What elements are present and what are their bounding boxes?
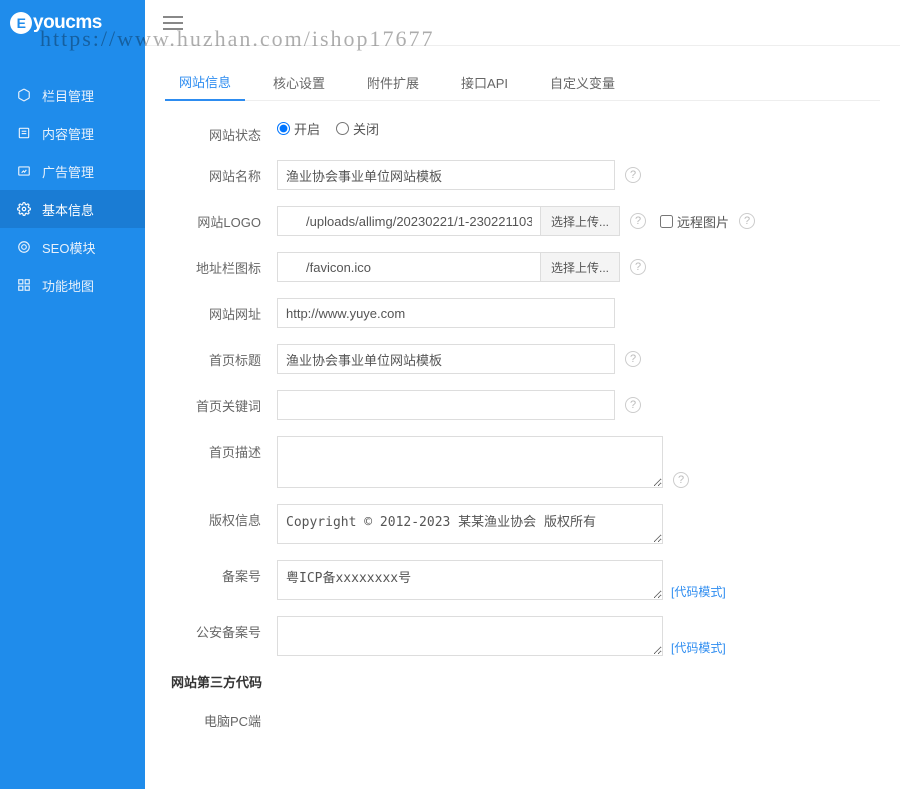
help-icon[interactable]: ?	[625, 397, 641, 413]
label-site-url: 网站网址	[171, 298, 277, 323]
brand-badge: E	[10, 12, 32, 34]
menu-toggle-icon[interactable]	[163, 16, 183, 30]
help-icon[interactable]: ?	[630, 259, 646, 275]
tab-custom-vars[interactable]: 自定义变量	[536, 65, 629, 100]
radio-open[interactable]: 开启	[277, 119, 320, 138]
brand-name: youcms	[33, 12, 102, 34]
favicon-input[interactable]	[277, 252, 541, 282]
police-textarea[interactable]	[277, 616, 663, 656]
label-logo: 网站LOGO	[171, 206, 277, 231]
icp-textarea[interactable]: 粤ICP备xxxxxxxx号	[277, 560, 663, 600]
sidebar-menu: 栏目管理 内容管理 广告管理 基本信息 SEO模块	[0, 46, 145, 789]
help-icon[interactable]: ?	[625, 167, 641, 183]
sidebar-item-label: 功能地图	[42, 276, 94, 295]
sidebar-item-ads[interactable]: 广告管理	[0, 152, 145, 190]
sidebar-item-label: SEO模块	[42, 238, 95, 257]
radio-open-input[interactable]	[277, 122, 290, 135]
label-site-name: 网站名称	[171, 160, 277, 185]
label-police: 公安备案号	[171, 616, 277, 641]
tabs: 网站信息 核心设置 附件扩展 接口API 自定义变量	[165, 64, 880, 101]
label-copyright: 版权信息	[171, 504, 277, 529]
third-party-heading: 网站第三方代码	[171, 672, 880, 691]
sidebar-item-basic[interactable]: 基本信息	[0, 190, 145, 228]
home-keywords-input[interactable]	[277, 390, 615, 420]
radio-close-input[interactable]	[336, 122, 349, 135]
code-mode-link[interactable]: [代码模式]	[671, 583, 726, 600]
sidebar-item-sitemap[interactable]: 功能地图	[0, 266, 145, 304]
label-pc: 电脑PC端	[171, 705, 277, 730]
tab-site-info[interactable]: 网站信息	[165, 64, 245, 101]
code-mode-link[interactable]: [代码模式]	[671, 639, 726, 656]
sitemap-icon	[16, 277, 32, 293]
sidebar-item-label: 广告管理	[42, 162, 94, 181]
sidebar: Eyoucms 栏目管理 内容管理 广告管理 基本信息	[0, 0, 145, 789]
label-home-keywords: 首页关键词	[171, 390, 277, 415]
site-url-input[interactable]	[277, 298, 615, 328]
sidebar-item-label: 基本信息	[42, 200, 94, 219]
label-favicon: 地址栏图标	[171, 252, 277, 277]
gear-icon	[16, 201, 32, 217]
help-icon[interactable]: ?	[673, 472, 689, 488]
home-title-input[interactable]	[277, 344, 615, 374]
columns-icon	[16, 87, 32, 103]
logo-input[interactable]	[277, 206, 541, 236]
content-area: 网站信息 核心设置 附件扩展 接口API 自定义变量 网站状态 开启 关闭 网站…	[145, 46, 900, 789]
remote-image-checkbox[interactable]: 远程图片	[660, 212, 729, 231]
sidebar-item-columns[interactable]: 栏目管理	[0, 76, 145, 114]
label-status: 网站状态	[171, 119, 277, 144]
topbar	[145, 0, 900, 46]
tab-api[interactable]: 接口API	[447, 65, 522, 100]
label-icp: 备案号	[171, 560, 277, 585]
help-icon[interactable]: ?	[739, 213, 755, 229]
sidebar-item-label: 栏目管理	[42, 86, 94, 105]
tab-core[interactable]: 核心设置	[259, 65, 339, 100]
radio-open-label: 开启	[294, 119, 320, 138]
upload-favicon-button[interactable]: 选择上传...	[540, 252, 620, 282]
label-home-title: 首页标题	[171, 344, 277, 369]
radio-close[interactable]: 关闭	[336, 119, 379, 138]
upload-logo-button[interactable]: 选择上传...	[540, 206, 620, 236]
remote-image-label: 远程图片	[677, 212, 729, 231]
radio-close-label: 关闭	[353, 119, 379, 138]
home-desc-textarea[interactable]	[277, 436, 663, 488]
tab-attachment[interactable]: 附件扩展	[353, 65, 433, 100]
copyright-textarea[interactable]: Copyright © 2012-2023 某某渔业协会 版权所有	[277, 504, 663, 544]
seo-icon	[16, 239, 32, 255]
brand-logo: Eyoucms	[0, 0, 145, 46]
sidebar-item-content[interactable]: 内容管理	[0, 114, 145, 152]
ads-icon	[16, 163, 32, 179]
help-icon[interactable]: ?	[625, 351, 641, 367]
label-home-desc: 首页描述	[171, 436, 277, 461]
help-icon[interactable]: ?	[630, 213, 646, 229]
sidebar-item-seo[interactable]: SEO模块	[0, 228, 145, 266]
site-name-input[interactable]	[277, 160, 615, 190]
form: 网站状态 开启 关闭 网站名称 ? 网站LOGO	[165, 119, 880, 730]
content-icon	[16, 125, 32, 141]
remote-image-input[interactable]	[660, 215, 673, 228]
main-area: 网站信息 核心设置 附件扩展 接口API 自定义变量 网站状态 开启 关闭 网站…	[145, 0, 900, 789]
sidebar-item-label: 内容管理	[42, 124, 94, 143]
